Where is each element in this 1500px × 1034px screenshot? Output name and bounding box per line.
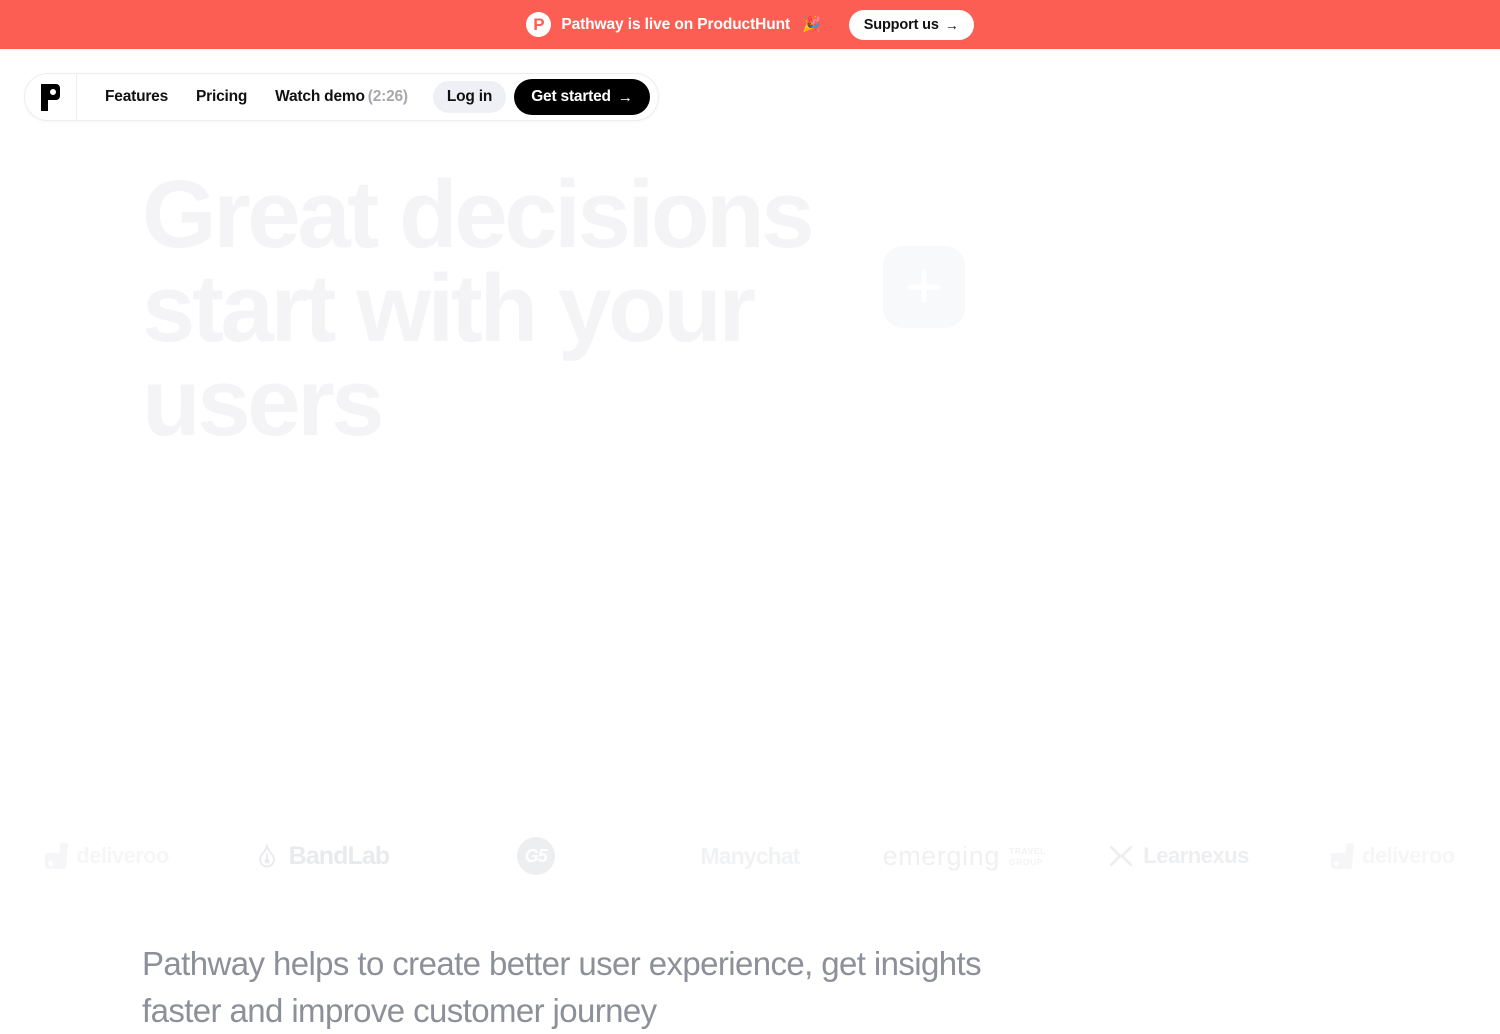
logo-label: Learnexus [1143, 843, 1249, 868]
etg-line-2: GROUP [1008, 856, 1044, 867]
producthunt-logo-icon: P [526, 12, 552, 37]
page-title: Great decisions start with your users [142, 161, 835, 456]
support-us-button[interactable]: Support us → [848, 9, 974, 40]
etg-line-1: TRAVEL [1008, 845, 1046, 856]
g5-icon: G5 [516, 837, 555, 875]
bandlab-icon [258, 843, 275, 868]
logo-label: emerging [882, 840, 1000, 871]
emerging-travel-group-subtitle: TRAVEL GROUP [1009, 846, 1046, 867]
pathway-logo-icon [41, 83, 60, 111]
watch-demo-duration: (2:26) [367, 88, 408, 106]
watch-demo-label: Watch demo [275, 88, 365, 106]
party-popper-icon: 🎉 [802, 16, 821, 33]
logo-emerging-travel-group: emerging TRAVEL GROUP [857, 820, 1071, 892]
announcement-content: P Pathway is live on ProductHunt 🎉 Suppo… [526, 9, 974, 40]
logo-g5: G5 [429, 820, 643, 892]
logo-deliveroo-repeat: deliveroo [1286, 820, 1500, 892]
add-plus-button[interactable] [883, 246, 965, 328]
hero-section: Great decisions start with your users [142, 161, 902, 456]
announcement-text: Pathway is live on ProductHunt [561, 15, 791, 33]
nav-item-pricing[interactable]: Pricing [182, 89, 261, 105]
logo-bandlab: BandLab [214, 820, 428, 892]
logo-label: deliveroo [76, 843, 169, 868]
nav-item-watch-demo[interactable]: Watch demo (2:26) [261, 89, 422, 105]
hero-subheading: Pathway helps to create better user expe… [142, 945, 982, 1029]
get-started-button[interactable]: Get started → [514, 79, 650, 115]
arrow-right-icon: → [944, 16, 959, 33]
plus-icon [908, 271, 940, 303]
nav-links: Features Pricing Watch demo (2:26) [77, 89, 422, 105]
support-us-label: Support us [863, 16, 939, 33]
deliveroo-icon [1331, 843, 1355, 869]
arrow-right-icon: → [617, 88, 633, 106]
logo-label: BandLab [288, 841, 391, 870]
learnexus-icon [1109, 845, 1133, 867]
customer-logo-strip: deliveroo BandLab G5 Manychat emerging T… [0, 820, 1500, 892]
main-navigation: Features Pricing Watch demo (2:26) Log in… [24, 73, 659, 121]
log-in-button[interactable]: Log in [432, 81, 507, 113]
logo-label: Manychat [700, 842, 801, 869]
logo-manychat: Manychat [643, 820, 857, 892]
nav-item-features[interactable]: Features [91, 89, 182, 105]
get-started-label: Get started [531, 88, 611, 105]
deliveroo-icon [45, 843, 69, 869]
logo-home-link[interactable] [25, 74, 77, 120]
logo-deliveroo: deliveroo [0, 820, 214, 892]
logo-learnexus: Learnexus [1071, 820, 1285, 892]
announcement-banner: P Pathway is live on ProductHunt 🎉 Suppo… [0, 0, 1500, 49]
logo-label: deliveroo [1362, 843, 1455, 868]
